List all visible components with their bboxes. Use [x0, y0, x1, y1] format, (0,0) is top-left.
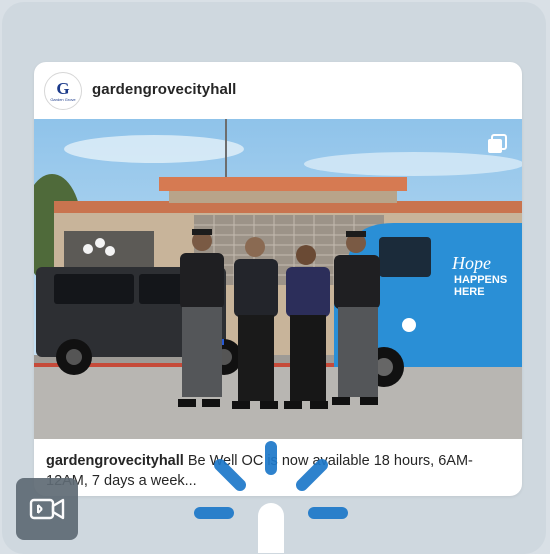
caption-username[interactable]: gardengrovecityhall: [46, 453, 184, 469]
video-camera-icon: [29, 498, 65, 520]
loading-spinner-icon: [194, 441, 348, 519]
post-username[interactable]: gardengrovecityhall: [92, 81, 236, 98]
post-photo-illustration: Hope HAPPENS HERE: [34, 119, 522, 439]
avatar-logo-text: Garden Grove: [50, 96, 76, 102]
multiple-images-icon: [488, 134, 507, 153]
avatar-logo-letter: G: [56, 78, 70, 98]
van-text-happens: HAPPENS: [454, 274, 507, 286]
video-button[interactable]: [16, 478, 78, 540]
post-header: G Garden Grove gardengrovecityhall: [34, 62, 522, 119]
post-photo[interactable]: Hope HAPPENS HERE: [34, 119, 522, 439]
instagram-post-card[interactable]: G Garden Grove gardengrovecityhall Hope …: [34, 62, 522, 496]
van-text-here: HERE: [454, 286, 485, 298]
avatar[interactable]: G Garden Grove: [44, 72, 82, 110]
van-text-hope: Hope: [451, 253, 491, 273]
